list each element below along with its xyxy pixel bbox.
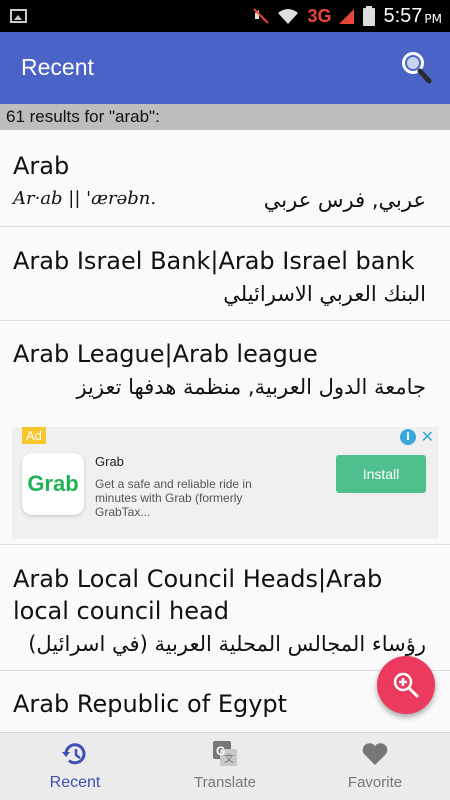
gallery-notification-icon xyxy=(10,9,27,23)
list-item[interactable]: Arab Israel Bank|Arab Israel bank البنك … xyxy=(0,227,450,321)
status-icons: 3G 5:57 PM xyxy=(253,0,442,32)
heart-icon xyxy=(362,743,388,765)
entry-term-line2: local council head xyxy=(13,597,229,625)
entry-translation: البنك العربي الاسرائيلي xyxy=(223,282,426,306)
bottom-nav: Recent G 文 Translate Favorite xyxy=(0,732,450,800)
entry-term: Arab Israel Bank|Arab Israel bank xyxy=(13,247,415,275)
nav-translate[interactable]: G 文 Translate xyxy=(150,733,300,800)
nav-recent[interactable]: Recent xyxy=(0,733,150,800)
battery-icon xyxy=(363,6,376,26)
entry-translation: عربي, فرس عربي xyxy=(263,188,426,212)
entry-term: Arab Republic of Egypt xyxy=(13,690,288,718)
wifi-icon xyxy=(278,9,299,24)
svg-text:文: 文 xyxy=(224,752,234,765)
close-icon[interactable]: ✕ xyxy=(421,427,434,446)
history-icon xyxy=(62,743,86,765)
mute-icon xyxy=(253,8,270,24)
zoom-in-icon xyxy=(393,672,419,698)
ad-description: Get a safe and reliable ride in minutes … xyxy=(95,477,252,519)
ad-banner[interactable]: Ad i ✕ Grab Grab Get a safe and reliable… xyxy=(12,427,438,539)
clock-time: 5:57 xyxy=(383,4,423,27)
entry-term: Arab xyxy=(13,152,70,180)
nav-label-favorite: Favorite xyxy=(347,774,403,791)
ad-badge: Ad xyxy=(22,427,46,444)
entry-term-line1: Arab Local Council Heads|Arab xyxy=(13,565,383,593)
entry-translation: جامعة الدول العربية, منظمة هدفها تعزيز xyxy=(76,375,426,399)
nav-favorite[interactable]: Favorite xyxy=(300,733,450,800)
entry-term: Arab League|Arab league xyxy=(13,340,318,368)
nav-label-translate: Translate xyxy=(194,774,256,791)
signal-icon xyxy=(339,9,355,24)
network-type: 3G xyxy=(307,5,332,26)
search-icon[interactable] xyxy=(400,50,432,84)
ad-app-name: Grab xyxy=(95,454,124,469)
entry-translation: رؤساء المجالس المحلية العربية (في اسرائي… xyxy=(28,632,426,656)
list-item[interactable]: Arab Ar·ab || 'ærəbn. عربي, فرس عربي xyxy=(0,130,450,227)
results-count: 61 results for "arab": xyxy=(0,104,450,130)
clock-ampm: PM xyxy=(424,12,442,26)
info-icon[interactable]: i xyxy=(400,429,416,445)
entry-pronunciation: Ar·ab || 'ærəbn. xyxy=(13,188,157,209)
list-item[interactable]: Arab Local Council Heads|Arab local coun… xyxy=(0,545,450,671)
grab-logo: Grab xyxy=(22,453,84,515)
zoom-search-button[interactable] xyxy=(377,656,435,714)
status-bar: 3G 5:57 PM xyxy=(0,0,450,32)
install-button[interactable]: Install xyxy=(336,455,426,493)
page-title: Recent xyxy=(21,54,94,80)
translate-icon: G 文 xyxy=(213,741,237,766)
nav-label-recent: Recent xyxy=(49,774,101,791)
results-list: Arab Ar·ab || 'ærəbn. عربي, فرس عربي Ara… xyxy=(0,130,450,732)
app-bar: Recent xyxy=(0,32,450,104)
